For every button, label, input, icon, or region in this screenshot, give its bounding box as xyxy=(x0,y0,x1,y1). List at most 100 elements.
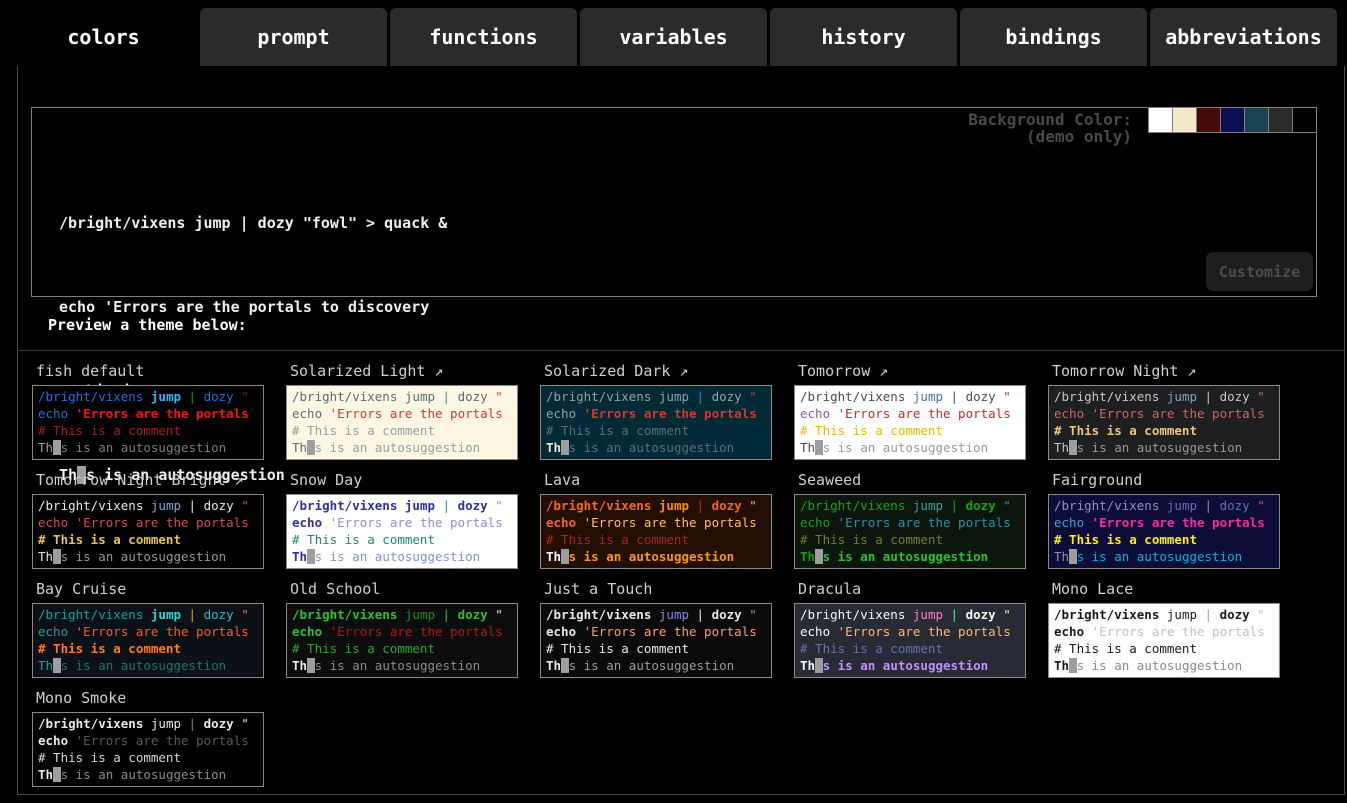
theme-title-mono-smoke[interactable]: Mono Smoke xyxy=(36,689,264,707)
theme-title-mono-lace[interactable]: Mono Lace xyxy=(1052,580,1280,598)
theme-preview-card-fish-default[interactable]: /bright/vixens jump | dozy "echo 'Errors… xyxy=(32,385,264,460)
preview-line-3: # This is a comment xyxy=(800,422,1020,439)
code-token xyxy=(143,389,151,404)
external-link-icon[interactable]: ↗ xyxy=(870,362,888,380)
pipe-token: | xyxy=(443,607,451,622)
typed-token: Th xyxy=(1054,440,1069,455)
theme-tomorrow: Tomorrow ↗ /bright/vixens jump | dozy "ec… xyxy=(794,351,1026,460)
background-swatch-navy[interactable] xyxy=(1220,107,1245,133)
theme-fish-default: fish default/bright/vixens jump | dozy "… xyxy=(32,351,264,460)
background-swatch-cream[interactable] xyxy=(1172,107,1197,133)
theme-title-old-school[interactable]: Old School xyxy=(290,580,518,598)
tab-functions[interactable]: functions xyxy=(390,8,577,66)
theme-title-fish-default[interactable]: fish default xyxy=(36,362,264,380)
command-token: dozy xyxy=(712,498,742,513)
theme-preview-card-solarized-dark[interactable]: /bright/vixens jump | dozy "echo 'Errors… xyxy=(540,385,772,460)
theme-preview-card-seaweed[interactable]: /bright/vixens jump | dozy "echo 'Errors… xyxy=(794,494,1026,569)
theme-preview-card-tomorrow-night-bright[interactable]: /bright/vixens jump | dozy "echo 'Errors… xyxy=(32,494,264,569)
theme-preview-card-bay-cruise[interactable]: /bright/vixens jump | dozy "echo 'Errors… xyxy=(32,603,264,678)
code-token xyxy=(143,716,151,731)
theme-snow-day: Snow Day/bright/vixens jump | dozy "echo… xyxy=(286,460,518,569)
preview-line-4: This is an autosuggestion xyxy=(292,657,512,674)
tab-bindings[interactable]: bindings xyxy=(960,8,1147,66)
command-token: dozy xyxy=(1220,607,1250,622)
preview-line-1: /bright/vixens jump | dozy " xyxy=(292,388,512,405)
background-swatch-dark-red[interactable] xyxy=(1196,107,1221,133)
preview-line-4: This is an autosuggestion xyxy=(38,548,258,565)
external-link-icon[interactable]: ↗ xyxy=(226,471,244,489)
theme-title-lava[interactable]: Lava xyxy=(544,471,772,489)
external-link-icon[interactable]: ↗ xyxy=(670,362,688,380)
pipe-token: | xyxy=(951,607,959,622)
theme-title-snow-day[interactable]: Snow Day xyxy=(290,471,518,489)
string-token: 'Errors are the portals xyxy=(838,515,1011,530)
theme-title-bay-cruise[interactable]: Bay Cruise xyxy=(36,580,264,598)
theme-preview-card-tomorrow-night[interactable]: /bright/vixens jump | dozy "echo 'Errors… xyxy=(1048,385,1280,460)
theme-preview-card-fairground[interactable]: /bright/vixens jump | dozy "echo 'Errors… xyxy=(1048,494,1280,569)
preview-line-2: echo 'Errors are the portals xyxy=(546,405,766,422)
param-token: jump xyxy=(151,607,181,622)
theme-preview-card-just-a-touch[interactable]: /bright/vixens jump | dozy "echo 'Errors… xyxy=(540,603,772,678)
customize-button[interactable]: Customize xyxy=(1206,252,1313,291)
background-swatch-white[interactable] xyxy=(1148,107,1173,133)
theme-mono-lace: Mono Lace/bright/vixens jump | dozy "ech… xyxy=(1048,569,1280,678)
command-token: dozy xyxy=(204,498,234,513)
preview-line-2: echo 'Errors are the portals xyxy=(800,405,1020,422)
tab-variables[interactable]: variables xyxy=(580,8,767,66)
background-swatch-dark-gray[interactable] xyxy=(1268,107,1293,133)
preview-line-3: # This is a comment xyxy=(800,531,1020,548)
theme-title-solarized-light[interactable]: Solarized Light ↗ xyxy=(290,362,518,380)
autosuggestion-token: s is an autosuggestion xyxy=(315,658,481,673)
external-link-icon[interactable]: ↗ xyxy=(1178,362,1196,380)
code-token xyxy=(435,498,443,513)
theme-title-just-a-touch[interactable]: Just a Touch xyxy=(544,580,772,598)
theme-preview-card-old-school[interactable]: /bright/vixens jump | dozy "echo 'Errors… xyxy=(286,603,518,678)
autosuggestion-token: s is an autosuggestion xyxy=(823,440,989,455)
path-token: /bright/vixens xyxy=(1054,389,1159,404)
tab-history[interactable]: history xyxy=(770,8,957,66)
theme-mono-smoke: Mono Smoke/bright/vixens jump | dozy "ec… xyxy=(32,678,264,787)
preview-line-3: # This is a comment xyxy=(38,640,258,657)
theme-preview-card-lava[interactable]: /bright/vixens jump | dozy "echo 'Errors… xyxy=(540,494,772,569)
external-link-icon[interactable]: ↗ xyxy=(425,362,443,380)
theme-preview-card-solarized-light[interactable]: /bright/vixens jump | dozy "echo 'Errors… xyxy=(286,385,518,460)
command-token: dozy xyxy=(966,607,996,622)
themes-section: fish default/bright/vixens jump | dozy "… xyxy=(18,350,1344,794)
theme-title-dracula[interactable]: Dracula xyxy=(798,580,1026,598)
theme-preview-card-snow-day[interactable]: /bright/vixens jump | dozy "echo 'Errors… xyxy=(286,494,518,569)
background-swatch-dark-teal[interactable] xyxy=(1244,107,1269,133)
background-swatch-black[interactable] xyxy=(1292,107,1317,133)
theme-preview-card-mono-lace[interactable]: /bright/vixens jump | dozy "echo 'Errors… xyxy=(1048,603,1280,678)
theme-title-solarized-dark[interactable]: Solarized Dark ↗ xyxy=(544,362,772,380)
theme-title-seaweed[interactable]: Seaweed xyxy=(798,471,1026,489)
path-token: /bright/vixens xyxy=(38,389,143,404)
preview-line-3: # This is a comment xyxy=(546,531,766,548)
theme-title-tomorrow-night-bright[interactable]: Tomorrow Night Bright ↗ xyxy=(36,471,264,489)
theme-preview-card-mono-smoke[interactable]: /bright/vixens jump | dozy "echo 'Errors… xyxy=(32,712,264,787)
tab-prompt[interactable]: prompt xyxy=(200,8,387,66)
echo-token: echo xyxy=(1054,515,1084,530)
text-cursor: i xyxy=(561,549,569,564)
code-token xyxy=(576,515,584,530)
theme-title-fairground[interactable]: Fairground xyxy=(1052,471,1280,489)
text-cursor: i xyxy=(53,658,61,673)
comment-token: # This is a comment xyxy=(1054,532,1197,547)
code-token xyxy=(181,607,189,622)
echo-token: echo xyxy=(546,406,576,421)
theme-preview-card-tomorrow[interactable]: /bright/vixens jump | dozy "echo 'Errors… xyxy=(794,385,1026,460)
string-token: 'Errors are the portals xyxy=(838,624,1011,639)
tab-colors[interactable]: colors xyxy=(10,8,197,66)
theme-preview-card-dracula[interactable]: /bright/vixens jump | dozy "echo 'Errors… xyxy=(794,603,1026,678)
quote-token: " xyxy=(1257,389,1265,404)
pipe-token: | xyxy=(697,389,705,404)
code-token xyxy=(830,406,838,421)
theme-title-tomorrow-night[interactable]: Tomorrow Night ↗ xyxy=(1052,362,1280,380)
pipe-token: | xyxy=(951,498,959,513)
theme-title-tomorrow[interactable]: Tomorrow ↗ xyxy=(798,362,1026,380)
preview-line-1: /bright/vixens jump | dozy " xyxy=(546,388,766,405)
param-token: jump xyxy=(151,716,181,731)
tab-abbreviations[interactable]: abbreviations xyxy=(1150,8,1337,66)
path-token: /bright/vixens xyxy=(546,389,651,404)
theme-lava: Lava/bright/vixens jump | dozy "echo 'Er… xyxy=(540,460,772,569)
quote-token: " xyxy=(1257,607,1265,622)
